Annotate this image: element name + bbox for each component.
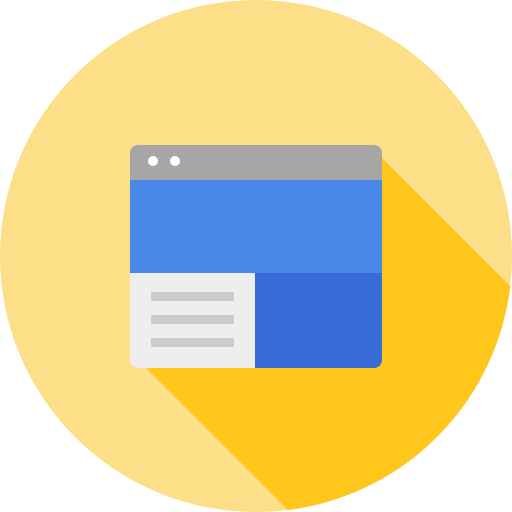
- window-title-bar: [130, 145, 382, 180]
- window-content-panel: [255, 273, 382, 368]
- browser-window: [130, 145, 382, 368]
- sidebar-line-1: [151, 292, 234, 301]
- sidebar-line-3: [151, 338, 234, 347]
- window-header-panel: [130, 180, 382, 273]
- icon-canvas: [0, 0, 512, 512]
- browser-window-icon: [0, 0, 512, 512]
- window-dot-1: [148, 156, 158, 166]
- sidebar-line-2: [151, 315, 234, 324]
- window-dot-2: [170, 156, 180, 166]
